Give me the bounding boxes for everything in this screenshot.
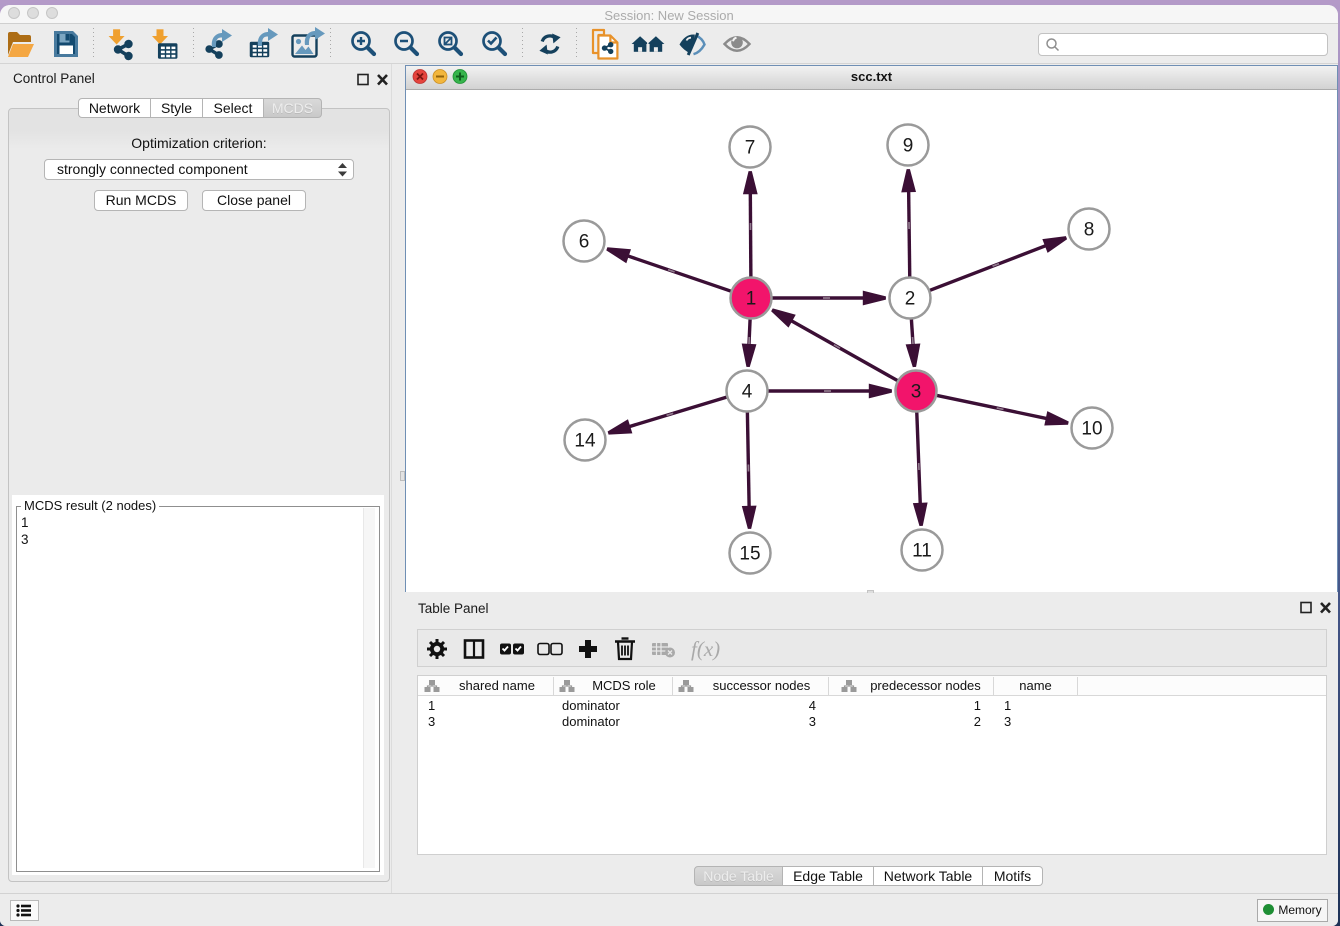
svg-text:f(x): f(x) (691, 637, 720, 661)
svg-text:11: 11 (912, 541, 932, 562)
svg-text:7: 7 (745, 138, 756, 159)
svg-text:6: 6 (579, 232, 590, 253)
svg-text:1: 1 (746, 289, 757, 310)
svg-text:4: 4 (742, 382, 753, 403)
svg-text:14: 14 (574, 431, 596, 452)
svg-text:15: 15 (739, 544, 760, 565)
svg-text:9: 9 (903, 136, 914, 157)
svg-text:3: 3 (911, 382, 922, 403)
svg-text:8: 8 (1084, 220, 1095, 241)
svg-text:10: 10 (1081, 419, 1102, 440)
svg-text:2: 2 (905, 289, 916, 310)
